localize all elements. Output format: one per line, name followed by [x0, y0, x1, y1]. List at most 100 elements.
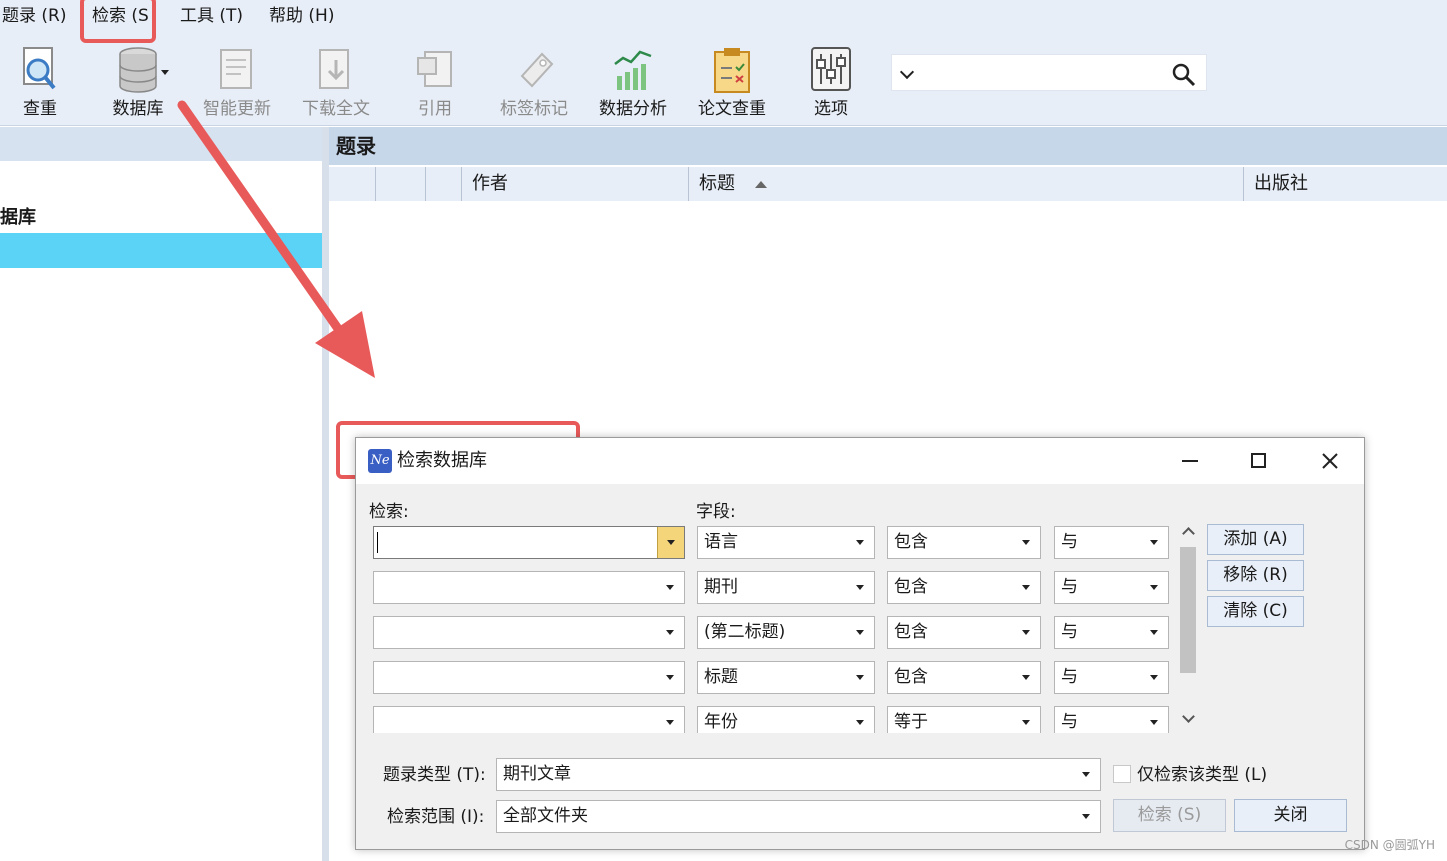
close-icon[interactable]	[1321, 452, 1339, 470]
search-button[interactable]: 检索 (S)	[1113, 799, 1226, 832]
logic-value: 与	[1061, 532, 1078, 552]
database-icon	[119, 47, 157, 93]
search-term-input[interactable]	[373, 661, 685, 694]
dropdown-button[interactable]	[657, 527, 684, 558]
cite-label: 引用	[418, 99, 452, 119]
dropdown-arrow-icon	[1150, 585, 1158, 590]
logic-select[interactable]: 与	[1054, 526, 1169, 559]
dropdown-arrow-icon	[856, 675, 864, 680]
text-caret	[377, 532, 378, 553]
clear-button[interactable]: 清除 (C)	[1207, 596, 1304, 627]
criteria-list: 语言 包含 与 期刊 包含 与 (第二标题) 包含 与 标题 包含 与 年份 等…	[356, 523, 1196, 733]
column-header-publisher[interactable]: 出版社	[1243, 167, 1447, 201]
clipboard-check-icon	[714, 48, 750, 93]
logic-value: 与	[1061, 622, 1078, 642]
duplicate-check-label: 查重	[23, 99, 57, 119]
field-label: 字段:	[696, 502, 736, 522]
search-icon[interactable]	[1172, 63, 1196, 87]
dropdown-arrow-icon	[1150, 540, 1158, 545]
logic-value: 与	[1061, 667, 1078, 687]
dropdown-arrow-icon	[666, 720, 674, 725]
list-title: 题录	[329, 127, 1447, 165]
scope-label: 检索范围 (I):	[387, 807, 485, 827]
menu-help[interactable]: 帮助 (H)	[269, 4, 334, 28]
logic-value: 与	[1061, 577, 1078, 597]
operator-value: 包含	[894, 622, 928, 642]
search-term-input[interactable]	[373, 526, 685, 559]
minimize-icon[interactable]	[1182, 460, 1198, 462]
options-button[interactable]: 选项	[786, 42, 876, 122]
options-label: 选项	[814, 99, 848, 119]
scroll-up-icon[interactable]	[1182, 527, 1195, 540]
data-analysis-label: 数据分析	[599, 99, 667, 119]
operator-select[interactable]: 包含	[887, 616, 1041, 649]
column-header-title[interactable]: 标题	[688, 167, 1243, 201]
field-select[interactable]: 年份	[697, 706, 875, 733]
operator-value: 包含	[894, 667, 928, 687]
maximize-icon[interactable]	[1251, 453, 1266, 468]
dropdown-arrow-icon	[666, 585, 674, 590]
dropdown-arrow-icon	[666, 675, 674, 680]
field-value: 标题	[704, 667, 738, 687]
magnifier-document-icon	[23, 47, 56, 90]
column-header-row: 作者 标题 出版社	[329, 167, 1447, 201]
operator-value: 等于	[894, 712, 928, 732]
dropdown-arrow-icon	[1150, 675, 1158, 680]
search-term-input[interactable]	[373, 616, 685, 649]
field-value: 期刊	[704, 577, 738, 597]
tag-label: 标签标记	[500, 99, 568, 119]
field-select[interactable]: 语言	[697, 526, 875, 559]
close-button[interactable]: 关闭	[1234, 799, 1347, 832]
column-header-blank-2[interactable]	[425, 167, 461, 201]
quick-search-box[interactable]	[891, 54, 1207, 91]
ref-type-select[interactable]: 期刊文章	[496, 758, 1101, 791]
search-database-dialog: Ne 检索数据库 检索: 字段: 语言 包含 与 期刊 包含 与 (第二标题) …	[355, 437, 1365, 850]
dropdown-arrow-icon	[666, 630, 674, 635]
operator-select[interactable]: 包含	[887, 526, 1041, 559]
dropdown-arrow-icon	[1082, 814, 1090, 819]
field-select[interactable]: 标题	[697, 661, 875, 694]
duplicate-check-button[interactable]: 查重	[0, 42, 85, 122]
column-title-label: 标题	[699, 173, 735, 194]
scroll-thumb[interactable]	[1180, 547, 1196, 673]
operator-value: 包含	[894, 577, 928, 597]
operator-select[interactable]: 等于	[887, 706, 1041, 733]
operator-select[interactable]: 包含	[887, 661, 1041, 694]
only-type-checkbox[interactable]	[1113, 765, 1131, 783]
tag-button[interactable]: 标签标记	[489, 42, 579, 122]
field-value: 年份	[704, 712, 738, 732]
logic-select[interactable]: 与	[1054, 661, 1169, 694]
add-button[interactable]: 添加 (A)	[1207, 524, 1304, 555]
field-select[interactable]: 期刊	[697, 571, 875, 604]
scope-value: 全部文件夹	[503, 806, 588, 826]
scope-select[interactable]: 全部文件夹	[496, 800, 1101, 833]
only-type-label: 仅检索该类型 (L)	[1137, 765, 1268, 785]
tag-icon	[520, 52, 554, 88]
dropdown-arrow-icon	[856, 630, 864, 635]
search-term-input[interactable]	[373, 571, 685, 604]
field-value: 语言	[704, 532, 738, 552]
criteria-scrollbar[interactable]	[1178, 523, 1196, 733]
cite-button[interactable]: 引用	[390, 42, 480, 122]
data-analysis-button[interactable]: 数据分析	[588, 42, 678, 122]
chevron-down-icon[interactable]	[899, 64, 915, 80]
operator-select[interactable]: 包含	[887, 571, 1041, 604]
search-term-input[interactable]	[373, 706, 685, 733]
tree-group-label: 据库	[0, 207, 36, 228]
field-select[interactable]: (第二标题)	[697, 616, 875, 649]
remove-button[interactable]: 移除 (R)	[1207, 560, 1304, 591]
dropdown-arrow-icon	[1022, 675, 1030, 680]
dropdown-arrow-icon	[1022, 720, 1030, 725]
dropdown-arrow-icon	[1082, 772, 1090, 777]
column-header-author[interactable]: 作者	[461, 167, 688, 201]
logic-select[interactable]: 与	[1054, 706, 1169, 733]
scroll-down-icon[interactable]	[1182, 710, 1195, 723]
chart-analysis-icon	[614, 50, 652, 90]
paper-check-button[interactable]: 论文查重	[687, 42, 777, 122]
logic-select[interactable]: 与	[1054, 616, 1169, 649]
logic-select[interactable]: 与	[1054, 571, 1169, 604]
field-value: (第二标题)	[704, 622, 786, 642]
menu-tools[interactable]: 工具 (T)	[180, 4, 243, 28]
quick-search-input[interactable]	[932, 59, 1162, 86]
menu-records[interactable]: 题录 (R)	[2, 4, 66, 28]
